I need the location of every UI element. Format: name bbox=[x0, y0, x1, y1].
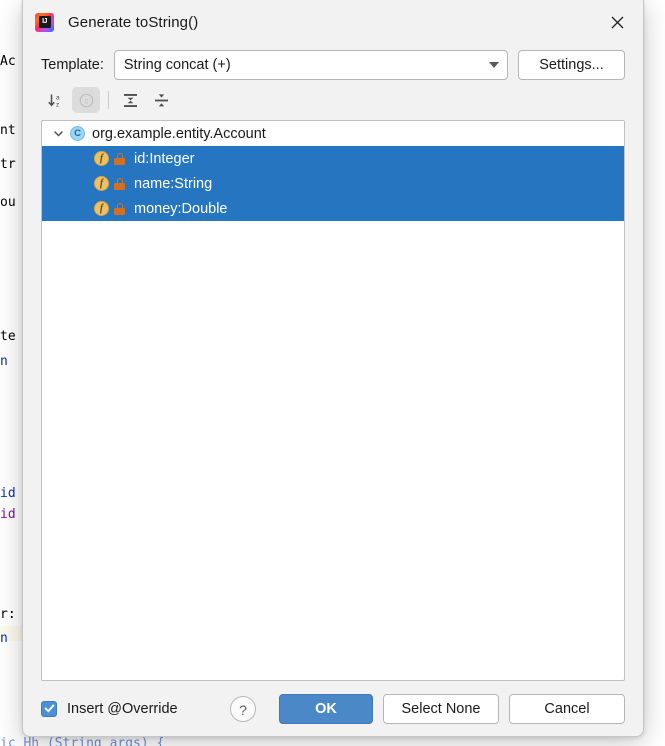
intellij-idea-icon: IJ bbox=[35, 12, 54, 32]
checkbox-box[interactable] bbox=[41, 700, 57, 717]
tree-row-member[interactable]: f name:String bbox=[42, 171, 624, 196]
backdrop-code-line: nt bbox=[0, 123, 16, 138]
tree-row-label: name:String bbox=[134, 175, 213, 192]
tree-row-member[interactable]: f money:Double bbox=[42, 196, 624, 221]
backdrop-code-line: id bbox=[0, 486, 16, 501]
chevron-down-icon[interactable] bbox=[50, 126, 66, 142]
sort-alphabetically-icon: a z bbox=[47, 94, 60, 108]
insert-override-checkbox[interactable]: Insert @Override bbox=[41, 700, 178, 717]
backdrop-code-line: Ac bbox=[0, 54, 16, 69]
tree-row-label: money:Double bbox=[134, 200, 228, 217]
tree-row-class[interactable]: C org.example.entity.Account bbox=[42, 121, 624, 146]
backdrop-code-line: ic Hh (String args) { bbox=[0, 736, 165, 746]
field-icon: f bbox=[94, 201, 109, 216]
help-button[interactable]: ? bbox=[230, 695, 256, 722]
tree-row-label: org.example.entity.Account bbox=[92, 125, 266, 142]
backdrop-code-line: n bbox=[0, 354, 8, 369]
settings-button[interactable]: Settings... bbox=[518, 50, 625, 80]
field-icon: f bbox=[94, 176, 109, 191]
template-row: Template: String concat (+) Settings... bbox=[23, 44, 643, 80]
generate-tostring-dialog: IJ Generate toString() Template: String … bbox=[22, 0, 644, 737]
show-inherited-button[interactable]: c bbox=[72, 87, 100, 113]
collapse-all-icon bbox=[154, 93, 168, 106]
sort-alphabetically-button[interactable]: a z bbox=[41, 87, 69, 113]
backdrop-code-line: r: bbox=[0, 607, 16, 622]
svg-text:a: a bbox=[56, 94, 60, 101]
dialog-titlebar: IJ Generate toString() bbox=[23, 0, 643, 44]
svg-text:z: z bbox=[56, 101, 59, 108]
backdrop-code-line: n bbox=[0, 631, 8, 646]
tree-row-label: id:Integer bbox=[134, 150, 195, 167]
dialog-footer: Insert @Override ? OK Select None Cancel bbox=[23, 681, 643, 736]
expand-all-button[interactable] bbox=[116, 87, 144, 113]
ok-button[interactable]: OK bbox=[279, 693, 373, 724]
select-none-button[interactable]: Select None bbox=[383, 693, 499, 724]
chevron-down-icon bbox=[489, 62, 499, 68]
dialog-title: Generate toString() bbox=[68, 13, 199, 31]
backdrop-code-line: ou bbox=[0, 195, 16, 210]
close-icon[interactable] bbox=[597, 5, 637, 39]
field-icon: f bbox=[94, 151, 109, 166]
cancel-button[interactable]: Cancel bbox=[509, 693, 625, 724]
backdrop-code-line: tr bbox=[0, 157, 16, 172]
toolbar-separator bbox=[108, 91, 109, 109]
lock-icon bbox=[114, 152, 125, 165]
check-icon bbox=[43, 704, 55, 713]
template-label: Template: bbox=[41, 57, 104, 73]
svg-text:c: c bbox=[84, 96, 88, 105]
lock-icon bbox=[114, 177, 125, 190]
template-dropdown[interactable]: String concat (+) bbox=[113, 50, 508, 80]
class-filter-icon: c bbox=[79, 93, 93, 107]
insert-override-label: Insert @Override bbox=[67, 700, 178, 717]
backdrop-code-line: te bbox=[0, 329, 16, 344]
backdrop-code-line: id bbox=[0, 507, 16, 522]
template-dropdown-value: String concat (+) bbox=[123, 57, 231, 73]
expand-all-icon bbox=[123, 93, 137, 107]
tree-row-member[interactable]: f id:Integer bbox=[42, 146, 624, 171]
member-tree[interactable]: C org.example.entity.Account f id:Intege… bbox=[41, 120, 625, 681]
collapse-all-button[interactable] bbox=[147, 87, 175, 113]
lock-icon bbox=[114, 202, 125, 215]
tree-toolbar: a z c bbox=[23, 84, 643, 116]
app-icon-letters: IJ bbox=[38, 16, 51, 28]
class-icon: C bbox=[70, 126, 85, 141]
